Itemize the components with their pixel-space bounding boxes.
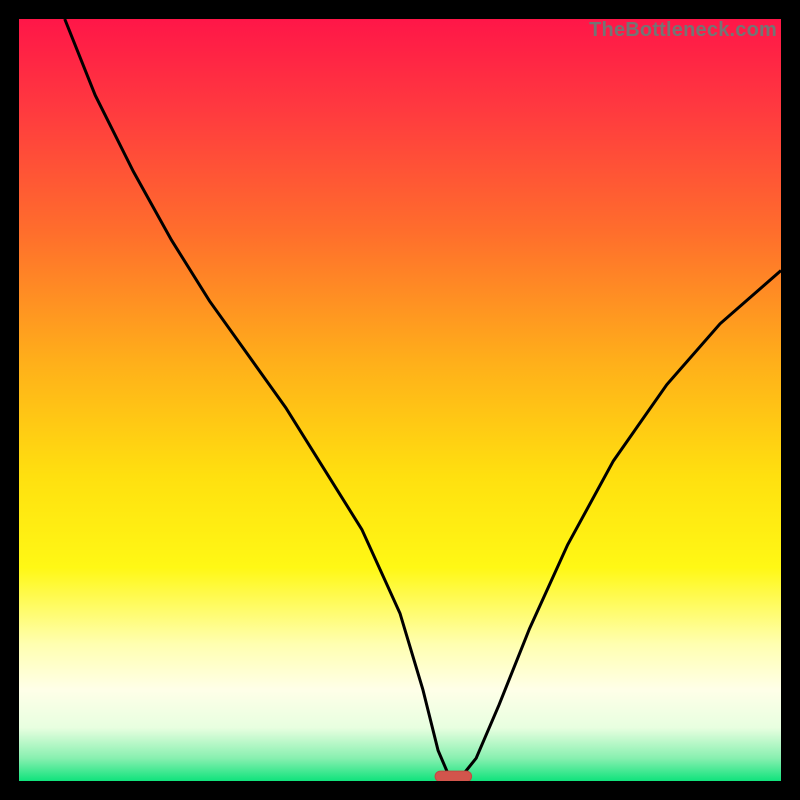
plot-area: TheBottleneck.com [19, 19, 781, 781]
optimal-marker [435, 771, 472, 781]
chart-frame: TheBottleneck.com [0, 0, 800, 800]
gradient-background [19, 19, 781, 781]
watermark-text: TheBottleneck.com [589, 19, 777, 42]
bottleneck-chart [19, 19, 781, 781]
